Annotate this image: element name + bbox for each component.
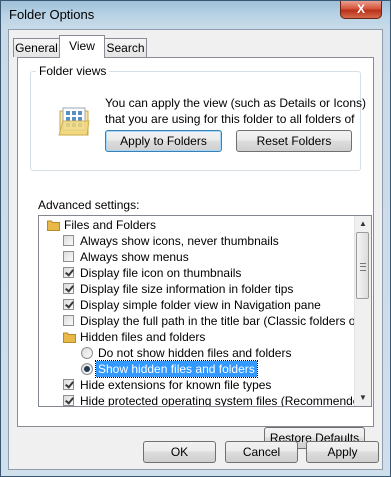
radio-option[interactable]: Do not show hidden files and folders	[39, 345, 351, 361]
tab-view-label: View	[69, 39, 95, 53]
radio-option[interactable]: Show hidden files and folders	[39, 360, 351, 378]
tab-general[interactable]: General	[13, 38, 60, 57]
option-label: Show hidden files and folders	[95, 360, 258, 378]
folder-views-group: You can apply the view (such as Details …	[30, 71, 366, 171]
option-label: Always show menus	[80, 250, 189, 264]
option-label: Display file size information in folder …	[80, 282, 294, 296]
scroll-down-arrow-icon[interactable]: ▼	[355, 390, 371, 406]
tab-search-label: Search	[106, 41, 145, 55]
checkbox[interactable]	[63, 379, 74, 390]
advanced-settings-label: Advanced settings:	[38, 198, 140, 212]
folder-views-title: Folder views	[36, 64, 110, 78]
option-label: Always show icons, never thumbnails	[80, 234, 279, 248]
folder-views-icon	[58, 107, 90, 136]
checkbox-option[interactable]: Hide extensions for known file types	[39, 377, 351, 393]
scroll-thumb[interactable]	[356, 232, 369, 299]
checkbox[interactable]	[63, 267, 74, 278]
checkbox-option[interactable]: Always show icons, never thumbnails	[39, 233, 351, 249]
ok-button[interactable]: OK	[143, 441, 216, 463]
checkbox[interactable]	[63, 251, 74, 262]
apply-button[interactable]: Apply	[306, 441, 379, 463]
grip-icon	[360, 263, 366, 271]
tab-view[interactable]: View	[59, 35, 105, 58]
checkbox-option[interactable]: Hide protected operating system files (R…	[39, 393, 370, 406]
scroll-up-arrow-icon[interactable]: ▲	[355, 216, 371, 232]
option-label: Hidden files and folders	[80, 330, 206, 344]
option-label: Display simple folder view in Navigation…	[80, 298, 321, 312]
checkbox[interactable]	[63, 235, 74, 246]
option-label: Files and Folders	[64, 218, 157, 232]
close-icon: X	[356, 2, 365, 16]
radio-button[interactable]	[81, 363, 93, 375]
close-button[interactable]: X	[340, 1, 382, 19]
checkbox-option[interactable]: Display file icon on thumbnails	[39, 265, 351, 281]
checkbox-option[interactable]: Display file size information in folder …	[39, 281, 351, 297]
checkbox-option[interactable]: Display simple folder view in Navigation…	[39, 297, 351, 313]
option-label: Do not show hidden files and folders	[98, 346, 292, 360]
checkbox[interactable]	[63, 283, 74, 294]
tree-category: Hidden files and folders	[39, 329, 351, 345]
option-label: Display the full path in the title bar (…	[80, 314, 372, 328]
checkbox[interactable]	[63, 395, 74, 406]
advanced-settings-tree[interactable]: Files and Folders Always show icons, neve…	[38, 215, 372, 407]
checkbox-option[interactable]: Always show menus	[39, 249, 351, 265]
folder-options-window: Folder Options X General View Search You…	[0, 0, 391, 477]
view-tab-panel: You can apply the view (such as Details …	[17, 57, 374, 449]
tab-search[interactable]: Search	[104, 38, 147, 57]
checkbox[interactable]	[63, 299, 74, 310]
window-title: Folder Options	[9, 7, 95, 22]
tree-category: Files and Folders	[39, 217, 351, 233]
checkbox-option[interactable]: Display the full path in the title bar (…	[39, 313, 371, 329]
apply-to-folders-button[interactable]: Apply to Folders	[105, 130, 222, 152]
option-label: Hide protected operating system files (R…	[80, 394, 371, 407]
option-label: Hide extensions for known file types	[80, 378, 272, 392]
reset-folders-button[interactable]: Reset Folders	[236, 130, 352, 152]
folder-icon	[47, 220, 60, 231]
tab-general-label: General	[15, 41, 58, 55]
folder-icon	[63, 332, 76, 343]
checkbox[interactable]	[63, 315, 74, 326]
tree-scrollbar[interactable]: ▲ ▼	[354, 216, 371, 406]
option-label: Display file icon on thumbnails	[80, 266, 242, 280]
title-bar[interactable]: Folder Options X	[1, 1, 390, 29]
dialog-client-area: General View Search You can apply the vi…	[8, 29, 383, 470]
cancel-button[interactable]: Cancel	[225, 441, 298, 463]
radio-button[interactable]	[81, 347, 93, 359]
